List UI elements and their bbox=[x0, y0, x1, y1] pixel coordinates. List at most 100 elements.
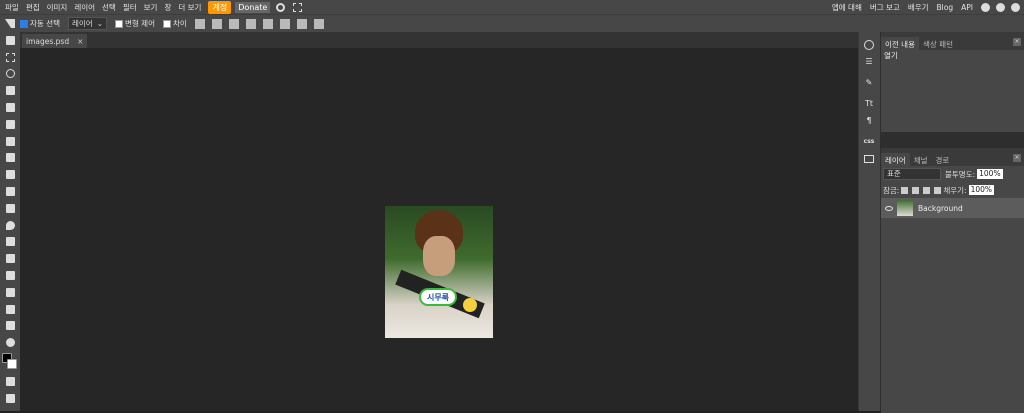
eye-icon[interactable] bbox=[885, 205, 893, 211]
dodge-tool[interactable] bbox=[0, 234, 20, 251]
document-tabs: images.psd × bbox=[20, 32, 858, 48]
move-tool-icon[interactable] bbox=[5, 18, 15, 29]
stamp-icon bbox=[5, 170, 15, 180]
document-image[interactable]: 시무룩 bbox=[385, 206, 493, 338]
auto-select-checkbox[interactable]: 자동 선택 bbox=[20, 18, 60, 29]
align-center-icon[interactable] bbox=[279, 18, 290, 29]
twitter-icon[interactable] bbox=[996, 2, 1005, 12]
menu-layer[interactable]: 레이어 bbox=[74, 2, 102, 13]
fill-input[interactable]: 100% bbox=[968, 185, 995, 195]
tab-channels[interactable]: 채널 bbox=[910, 153, 932, 166]
distance-checkbox[interactable]: 차이 bbox=[162, 18, 187, 29]
transform-controls-checkbox[interactable]: 변형 제어 bbox=[114, 18, 155, 29]
brush-settings-icon[interactable]: ✎ bbox=[859, 74, 879, 91]
right-panels: 이전 내용 색상 패턴 × 열기 레이어 채널 경로 × 표준 불투명도: 10… bbox=[880, 32, 1024, 413]
zoom-icon bbox=[5, 338, 15, 348]
eraser-tool[interactable] bbox=[0, 183, 20, 200]
tab-layers[interactable]: 레이어 bbox=[881, 153, 910, 166]
lock-position-icon[interactable] bbox=[923, 186, 931, 194]
layer-row[interactable]: Background bbox=[881, 198, 1024, 218]
menu-filter[interactable]: 필터 bbox=[123, 2, 144, 13]
text-tool[interactable] bbox=[0, 250, 20, 267]
align-top-icon[interactable] bbox=[211, 18, 222, 29]
background-color[interactable] bbox=[7, 359, 17, 370]
donate-button[interactable]: Donate bbox=[235, 1, 271, 13]
opacity-input[interactable]: 100% bbox=[977, 169, 1003, 179]
quick-mask-tool[interactable] bbox=[0, 373, 20, 390]
keyboard-icon bbox=[5, 393, 15, 403]
menu-learn[interactable]: 배우기 bbox=[900, 2, 929, 13]
crop-tool[interactable] bbox=[0, 99, 20, 116]
menu-about[interactable]: 앱에 대해 bbox=[824, 2, 862, 13]
download-icon[interactable] bbox=[194, 18, 205, 29]
info-icon[interactable] bbox=[859, 36, 879, 53]
hand-tool[interactable] bbox=[0, 318, 20, 335]
eyedropper-icon bbox=[5, 119, 15, 129]
facebook-icon[interactable] bbox=[1011, 2, 1020, 12]
eraser-icon bbox=[5, 187, 15, 197]
blend-mode-select[interactable]: 표준 bbox=[883, 168, 941, 180]
history-body bbox=[881, 62, 1024, 132]
eyedropper-tool[interactable] bbox=[0, 116, 20, 133]
shape-tool[interactable] bbox=[0, 301, 20, 318]
history-item[interactable]: 열기 bbox=[881, 50, 1024, 62]
css-icon[interactable]: css bbox=[859, 133, 879, 150]
paragraph-icon[interactable]: ¶ bbox=[859, 112, 879, 129]
gradient-tool[interactable] bbox=[0, 200, 20, 217]
image-icon[interactable] bbox=[859, 150, 879, 167]
tab-paths[interactable]: 경로 bbox=[932, 153, 954, 166]
stamp-tool[interactable] bbox=[0, 166, 20, 183]
marquee-tool[interactable] bbox=[0, 49, 20, 66]
magic-wand-tool[interactable] bbox=[0, 82, 20, 99]
align-left-icon[interactable] bbox=[262, 18, 273, 29]
blur-tool[interactable] bbox=[0, 217, 20, 234]
opacity-label: 불투명도: bbox=[945, 169, 976, 179]
account-button[interactable]: 계정 bbox=[208, 0, 232, 14]
brush-tool[interactable] bbox=[0, 150, 20, 167]
keyboard-tool[interactable] bbox=[0, 390, 20, 407]
close-icon[interactable]: × bbox=[1013, 38, 1021, 46]
menu-blog[interactable]: Blog bbox=[929, 3, 954, 12]
checkbox-icon bbox=[162, 19, 171, 28]
menu-file[interactable]: 파일 bbox=[5, 2, 26, 13]
tab-history[interactable]: 이전 내용 bbox=[881, 37, 919, 50]
menu-select[interactable]: 선택 bbox=[102, 2, 123, 13]
menu-view[interactable]: 보기 bbox=[144, 2, 165, 13]
align-bottom-icon[interactable] bbox=[245, 18, 256, 29]
menu-more[interactable]: 더 보기 bbox=[178, 2, 208, 13]
lasso-icon bbox=[5, 69, 15, 79]
menu-window[interactable]: 창 bbox=[164, 2, 178, 13]
color-swatches[interactable] bbox=[0, 351, 20, 373]
layer-select-value: 레이어 bbox=[71, 19, 93, 28]
search-icon[interactable] bbox=[276, 2, 286, 12]
character-icon[interactable]: Tt bbox=[859, 95, 879, 112]
lasso-tool[interactable] bbox=[0, 66, 20, 83]
close-icon[interactable]: × bbox=[77, 37, 83, 46]
canvas-area[interactable]: 시무룩 bbox=[20, 48, 858, 411]
reddit-icon[interactable] bbox=[981, 2, 990, 12]
zoom-tool[interactable] bbox=[0, 334, 20, 351]
tab-swatches[interactable]: 색상 패턴 bbox=[919, 37, 957, 50]
lock-pixels-icon[interactable] bbox=[912, 186, 920, 194]
adjustments-icon[interactable]: ☰ bbox=[859, 53, 879, 70]
pen-icon bbox=[5, 271, 15, 281]
menu-api[interactable]: API bbox=[953, 3, 973, 12]
checkbox-icon bbox=[114, 19, 123, 28]
fullscreen-icon[interactable] bbox=[293, 2, 303, 12]
align-middle-icon[interactable] bbox=[228, 18, 239, 29]
menu-edit[interactable]: 편집 bbox=[26, 2, 47, 13]
align-right-icon[interactable] bbox=[296, 18, 307, 29]
camera-icon bbox=[5, 377, 15, 387]
close-icon[interactable]: × bbox=[1013, 154, 1021, 162]
lock-all-icon[interactable] bbox=[934, 186, 942, 194]
menu-report-bug[interactable]: 버그 보고 bbox=[862, 2, 900, 13]
document-tab[interactable]: images.psd × bbox=[22, 34, 88, 48]
distribute-icon[interactable] bbox=[313, 18, 324, 29]
pen-tool[interactable] bbox=[0, 267, 20, 284]
menu-image[interactable]: 이미지 bbox=[47, 2, 75, 13]
lock-transparency-icon[interactable] bbox=[901, 186, 909, 194]
move-tool[interactable] bbox=[0, 32, 20, 49]
healing-tool[interactable] bbox=[0, 133, 20, 150]
path-select-tool[interactable] bbox=[0, 284, 20, 301]
layer-select-dropdown[interactable]: 레이어 ⌄ bbox=[67, 17, 107, 30]
